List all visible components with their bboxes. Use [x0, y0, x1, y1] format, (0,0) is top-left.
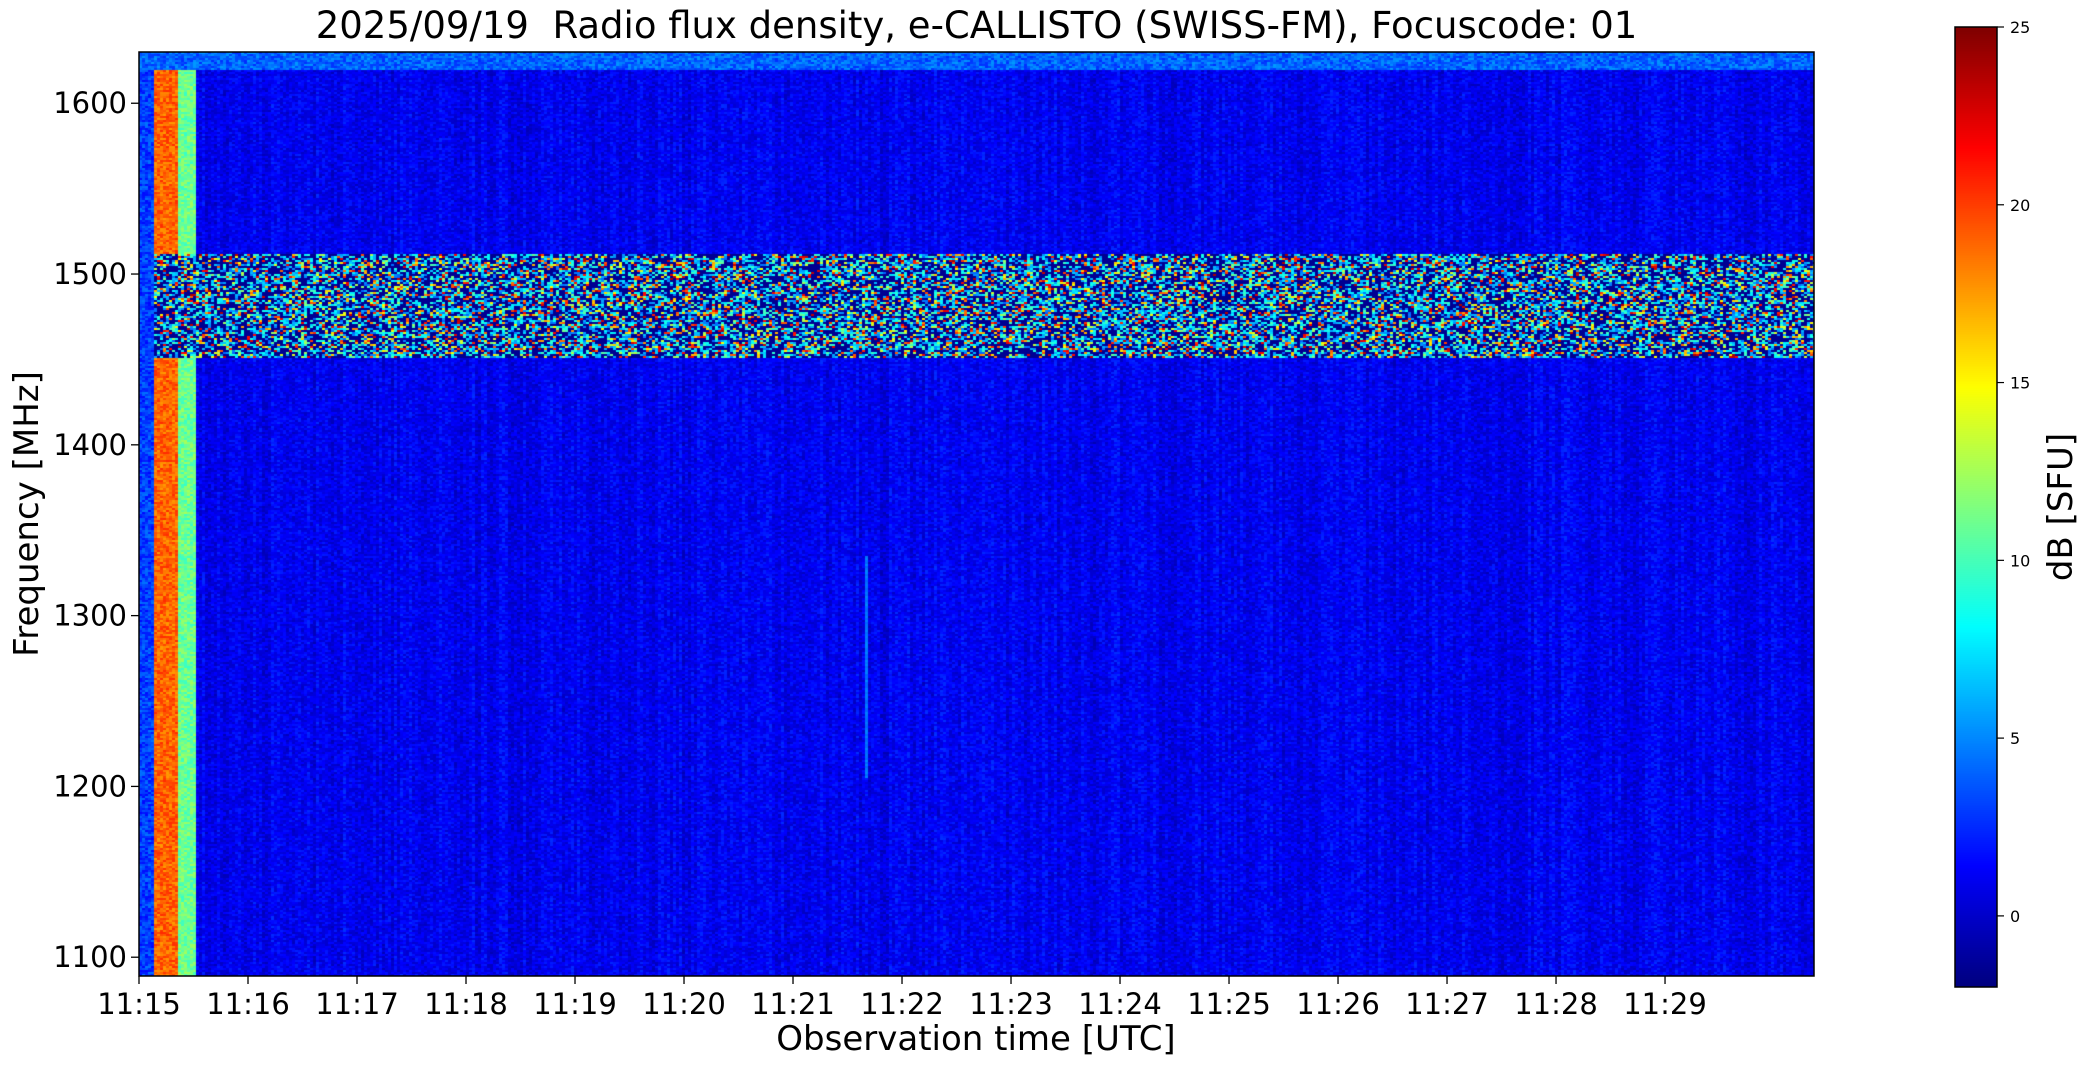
x-tick-label: 11:23 [969, 987, 1053, 1021]
x-tick-label: 11:20 [642, 987, 726, 1021]
colorbar-tick-label: 25 [2010, 18, 2030, 37]
x-tick-label: 11:15 [97, 987, 181, 1021]
x-tick-label: 11:29 [1623, 987, 1707, 1021]
y-tick-label: 1600 [53, 86, 127, 120]
colorbar-label: dB [SFU] [2041, 433, 2081, 581]
axes: 11:15 11:16 11:17 11:18 11:19 11:20 11:21 11:22… [7, 18, 2081, 1059]
x-tick-label: 11:19 [533, 987, 617, 1021]
x-tick-label: 11:28 [1514, 987, 1598, 1021]
x-tick-label: 11:27 [1405, 987, 1489, 1021]
y-axis-label: Frequency [MHz] [7, 371, 47, 657]
colorbar-tick-label: 15 [2010, 374, 2030, 393]
x-tick-label: 11:22 [860, 987, 944, 1021]
x-tick-label: 11:17 [315, 987, 399, 1021]
colorbar-tick-label: 20 [2010, 196, 2030, 215]
x-tick-label: 11:16 [206, 987, 290, 1021]
x-tick-label: 11:25 [1187, 987, 1271, 1021]
colorbar-tick-label: 10 [2010, 551, 2030, 570]
colorbar-frame [1954, 26, 1998, 988]
x-tick-label: 11:21 [751, 987, 835, 1021]
plot-frame [138, 51, 1815, 977]
y-tick-label: 1100 [53, 940, 127, 974]
x-tick-label: 11:26 [1296, 987, 1380, 1021]
colorbar-tick-label: 0 [2010, 907, 2020, 926]
x-tick-label: 11:24 [1078, 987, 1162, 1021]
y-tick-label: 1500 [53, 257, 127, 291]
y-tick-label: 1200 [53, 769, 127, 803]
colorbar-tick-label: 5 [2010, 729, 2020, 748]
x-tick-label: 11:18 [424, 987, 508, 1021]
x-axis-label: Observation time [UTC] [776, 1019, 1175, 1059]
y-tick-label: 1300 [53, 599, 127, 633]
y-tick-label: 1400 [53, 428, 127, 462]
